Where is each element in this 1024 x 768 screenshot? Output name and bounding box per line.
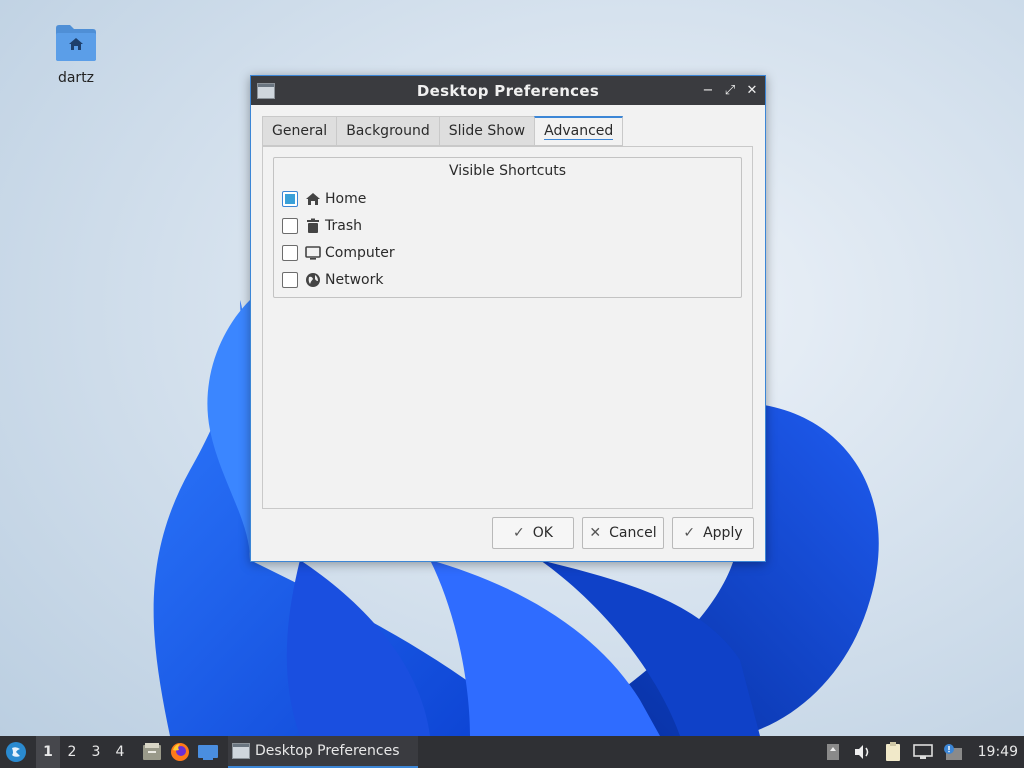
shortcut-home[interactable]: Home: [282, 189, 366, 209]
network-status-icon[interactable]: [912, 741, 934, 763]
minimize-button[interactable]: −: [701, 83, 715, 98]
network-label: Network: [325, 272, 384, 288]
workspace-1[interactable]: 1: [36, 736, 60, 768]
start-menu-icon[interactable]: [6, 742, 26, 762]
titlebar[interactable]: Desktop Preferences − ⤢ ✕: [251, 76, 765, 105]
clipboard-icon[interactable]: [882, 741, 904, 763]
computer-label: Computer: [325, 245, 395, 261]
ok-button[interactable]: ✓ OK: [492, 517, 574, 549]
ok-label: OK: [532, 525, 553, 541]
desktop-icon-dartz[interactable]: dartz: [44, 20, 108, 86]
updates-icon[interactable]: [822, 741, 844, 763]
desktop-icon-label: dartz: [57, 70, 95, 86]
computer-icon: [305, 245, 321, 261]
home-folder-icon: [55, 24, 97, 62]
apply-button[interactable]: ✓ Apply: [672, 517, 754, 549]
group-title: Visible Shortcuts: [448, 163, 567, 179]
task-title: Desktop Preferences: [255, 743, 400, 759]
home-label: Home: [325, 191, 367, 207]
window-icon: [232, 743, 250, 759]
tab-background[interactable]: Background: [336, 116, 439, 146]
cross-icon: ✕: [589, 525, 602, 541]
desktop-preferences-dialog: Desktop Preferences − ⤢ ✕ General Backgr…: [250, 75, 766, 562]
shortcut-trash[interactable]: Trash: [282, 216, 362, 236]
maximize-button[interactable]: ⤢: [723, 83, 737, 98]
tab-advanced-label: Advanced: [544, 123, 614, 140]
workspace-4[interactable]: 4: [108, 744, 132, 760]
taskbar-window-desktop-preferences[interactable]: Desktop Preferences: [228, 736, 418, 768]
cancel-label: Cancel: [609, 525, 657, 541]
window-title: Desktop Preferences: [416, 81, 600, 100]
tab-bar: General Background Slide Show Advanced: [262, 116, 624, 146]
volume-icon[interactable]: [852, 741, 874, 763]
tab-general[interactable]: General: [262, 116, 337, 146]
advanced-panel: Visible Shortcuts Home Trash Computer Ne…: [262, 146, 753, 509]
show-desktop-icon[interactable]: [197, 741, 219, 763]
trash-icon: [305, 218, 321, 234]
taskbar: 1 2 3 4 Desktop Preferences 19:49: [0, 736, 1024, 768]
trash-label: Trash: [325, 218, 362, 234]
tab-slide-show[interactable]: Slide Show: [438, 116, 535, 146]
visible-shortcuts-group: Visible Shortcuts Home Trash Computer Ne…: [273, 157, 742, 298]
network-icon: [305, 272, 321, 288]
firefox-icon[interactable]: [169, 741, 191, 763]
network-checkbox[interactable]: [282, 272, 298, 288]
home-checkbox[interactable]: [282, 191, 298, 207]
close-button[interactable]: ✕: [745, 83, 759, 98]
system-tray: 19:49: [818, 736, 1024, 768]
cancel-button[interactable]: ✕ Cancel: [582, 517, 664, 549]
check-icon: ✓: [683, 525, 696, 541]
workspace-3[interactable]: 3: [84, 744, 108, 760]
check-icon: ✓: [513, 525, 525, 541]
window-icon: [257, 83, 275, 99]
workspace-2[interactable]: 2: [60, 744, 84, 760]
shortcut-computer[interactable]: Computer: [282, 243, 395, 263]
home-icon: [305, 191, 321, 207]
tab-advanced[interactable]: Advanced: [534, 116, 624, 146]
trash-checkbox[interactable]: [282, 218, 298, 234]
apply-label: Apply: [703, 525, 743, 541]
computer-checkbox[interactable]: [282, 245, 298, 261]
clock[interactable]: 19:49: [978, 744, 1018, 760]
notification-icon[interactable]: [942, 741, 964, 763]
file-manager-icon[interactable]: [141, 741, 163, 763]
shortcut-network[interactable]: Network: [282, 270, 383, 290]
